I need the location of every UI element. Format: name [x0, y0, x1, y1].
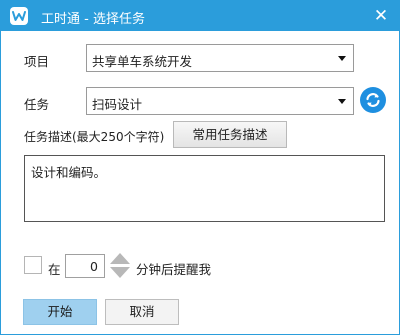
select-task-dialog: 工时通 - 选择任务 ✕ 项目 共享单车系统开发 任务 扫码设计 任务描述(最大… [0, 0, 400, 335]
common-description-button[interactable]: 常用任务描述 [173, 121, 287, 148]
start-button[interactable]: 开始 [23, 299, 97, 325]
minutes-input[interactable]: 0 [65, 254, 105, 278]
spin-down-icon[interactable] [110, 267, 130, 278]
reminder-prefix-label: 在 [48, 262, 61, 277]
reminder-checkbox[interactable] [24, 256, 42, 274]
project-label: 项目 [24, 54, 50, 69]
description-textarea[interactable]: 设计和编码。 [24, 155, 385, 222]
chevron-down-icon [338, 56, 346, 61]
spin-up-icon[interactable] [110, 253, 130, 264]
minutes-value: 0 [90, 259, 98, 274]
description-text: 设计和编码。 [31, 165, 107, 180]
close-icon[interactable]: ✕ [371, 6, 391, 26]
project-select[interactable]: 共享单车系统开发 [86, 44, 354, 72]
cancel-button[interactable]: 取消 [105, 299, 179, 325]
description-label: 任务描述(最大250个字符) [24, 130, 165, 144]
refresh-icon[interactable] [360, 87, 386, 113]
task-label: 任务 [24, 97, 50, 112]
window-title: 工时通 - 选择任务 [41, 12, 145, 27]
title-bar[interactable]: 工时通 - 选择任务 ✕ [1, 1, 399, 31]
chevron-down-icon [338, 99, 346, 104]
app-logo-icon [10, 7, 28, 25]
project-select-value: 共享单车系统开发 [92, 54, 193, 69]
task-select-value: 扫码设计 [92, 97, 143, 112]
task-select[interactable]: 扫码设计 [86, 87, 354, 115]
reminder-suffix-label: 分钟后提醒我 [136, 262, 212, 277]
